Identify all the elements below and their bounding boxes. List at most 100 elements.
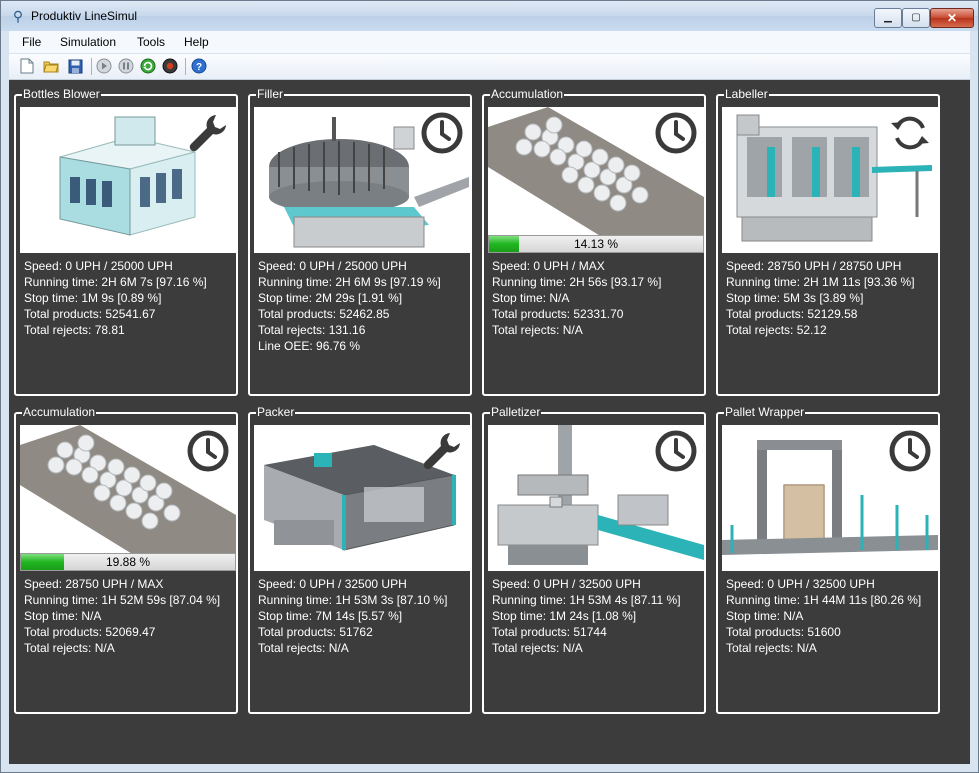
stat-total-rejects: Total rejects: N/A: [492, 641, 583, 655]
stat-speed: Speed: 0 UPH / 32500 UPH: [258, 577, 407, 591]
stat-total-rejects: Total rejects: N/A: [726, 641, 817, 655]
stat-speed: Speed: 0 UPH / 32500 UPH: [492, 577, 641, 591]
stat-running-time: Running time: 2H 1M 11s [93.36 %]: [726, 275, 915, 289]
stat-line-oee: Line OEE: 96.76 %: [258, 339, 361, 353]
machine-card-accumulation-2[interactable]: Accumulation 19.88 % Speed: 28750 UPH / …: [14, 405, 238, 714]
stat-total-rejects: Total rejects: N/A: [24, 641, 115, 655]
pause-icon[interactable]: [118, 58, 134, 74]
stat-running-time: Running time: 1H 53M 3s [87.10 %]: [258, 593, 448, 607]
stat-stop-time: Stop time: N/A: [492, 291, 570, 305]
stat-running-time: Running time: 1H 52M 59s [87.04 %]: [24, 593, 221, 607]
stat-speed: Speed: 28750 UPH / 28750 UPH: [726, 259, 902, 273]
buffer-progress-bar: 14.13 %: [488, 235, 704, 253]
machine-card-accumulation-1[interactable]: Accumulation 14.13 % Speed: 0 UPH / MAX …: [482, 87, 706, 396]
stat-total-products: Total products: 51744: [492, 625, 607, 639]
stat-stop-time: Stop time: 7M 14s [5.57 %]: [258, 609, 403, 623]
machine-title: Filler: [256, 87, 284, 101]
new-file-icon[interactable]: [19, 58, 35, 74]
stat-total-products: Total products: 52069.47: [24, 625, 156, 639]
stat-total-rejects: Total rejects: 52.12: [726, 323, 827, 337]
stat-speed: Speed: 0 UPH / 25000 UPH: [258, 259, 407, 273]
machine-card-labeller[interactable]: Labeller Speed: 28750 UPH / 28750 UPH Ru…: [716, 87, 940, 396]
machine-card-packer[interactable]: Packer Speed: 0 UPH / 32500 UPH Running …: [248, 405, 472, 714]
title-bar[interactable]: ⚲ Produktiv LineSimul ▁ ▢ ✕: [1, 1, 978, 31]
machine-title: Packer: [256, 405, 296, 419]
stop-icon[interactable]: [162, 58, 178, 74]
stat-speed: Speed: 0 UPH / MAX: [492, 259, 605, 273]
maximize-button[interactable]: ▢: [902, 8, 930, 28]
stat-total-rejects: Total rejects: N/A: [492, 323, 583, 337]
clock-icon: [655, 112, 697, 154]
stat-stop-time: Stop time: 1M 9s [0.89 %]: [24, 291, 162, 305]
machine-stats: Speed: 0 UPH / 32500 UPH Running time: 1…: [258, 576, 447, 656]
stat-speed: Speed: 28750 UPH / MAX: [24, 577, 164, 591]
machine-card-palletizer[interactable]: Palletizer Speed: 0 UPH / 32500 UPH Runn…: [482, 405, 706, 714]
menu-help[interactable]: Help: [184, 35, 209, 49]
machine-image: [722, 425, 938, 571]
svg-text:?: ?: [196, 62, 202, 73]
machine-image: 14.13 %: [488, 107, 704, 253]
toolbar-separator: [91, 58, 92, 75]
stat-total-rejects: Total rejects: N/A: [258, 641, 349, 655]
progress-label: 19.88 %: [105, 555, 151, 569]
stat-total-products: Total products: 51600: [726, 625, 841, 639]
play-icon[interactable]: [96, 58, 112, 74]
machine-title: Pallet Wrapper: [724, 405, 806, 419]
machine-card-filler[interactable]: Filler Speed: 0 UPH / 25000 UPH Running …: [248, 87, 472, 396]
menu-tools[interactable]: Tools: [137, 35, 165, 49]
buffer-progress-bar: 19.88 %: [20, 553, 236, 571]
machine-title: Labeller: [724, 87, 769, 101]
stat-running-time: Running time: 2H 56s [93.17 %]: [492, 275, 662, 289]
minimize-button[interactable]: ▁: [874, 8, 902, 28]
stat-stop-time: Stop time: N/A: [24, 609, 102, 623]
clock-icon: [187, 430, 229, 472]
machine-card-bottles-blower[interactable]: Bottles Blower Speed: 0 UPH / 25000 UPH …: [14, 87, 238, 396]
clock-icon: [421, 112, 463, 154]
machine-grid: Bottles Blower Speed: 0 UPH / 25000 UPH …: [9, 80, 970, 764]
stat-stop-time: Stop time: 1M 24s [1.08 %]: [492, 609, 637, 623]
machine-image: [20, 107, 236, 253]
machine-image: 19.88 %: [20, 425, 236, 571]
machine-title: Palletizer: [490, 405, 542, 419]
machine-image: [254, 425, 470, 571]
stat-speed: Speed: 0 UPH / 32500 UPH: [726, 577, 875, 591]
stat-speed: Speed: 0 UPH / 25000 UPH: [24, 259, 173, 273]
wrench-icon: [423, 433, 460, 470]
help-icon[interactable]: ?: [191, 58, 207, 74]
app-icon: ⚲: [12, 8, 24, 24]
stat-total-products: Total products: 52129.58: [726, 307, 858, 321]
refresh-icon[interactable]: [140, 58, 156, 74]
menu-file[interactable]: File: [22, 35, 41, 49]
machine-stats: Speed: 0 UPH / 32500 UPH Running time: 1…: [492, 576, 681, 656]
menu-simulation[interactable]: Simulation: [60, 35, 116, 49]
machine-stats: Speed: 28750 UPH / MAX Running time: 1H …: [24, 576, 220, 656]
stat-running-time: Running time: 2H 6M 9s [97.19 %]: [258, 275, 441, 289]
open-folder-icon[interactable]: [43, 58, 59, 74]
machine-title: Accumulation: [490, 87, 565, 101]
menu-bar: File Simulation Tools Help: [9, 31, 970, 53]
machine-stats: Speed: 0 UPH / 25000 UPH Running time: 2…: [258, 258, 441, 354]
close-button[interactable]: ✕: [930, 8, 974, 28]
clock-icon: [655, 430, 697, 472]
stat-running-time: Running time: 1H 53M 4s [87.11 %]: [492, 593, 681, 607]
save-icon[interactable]: [67, 58, 83, 74]
stat-total-products: Total products: 52331.70: [492, 307, 624, 321]
stat-stop-time: Stop time: 5M 3s [3.89 %]: [726, 291, 864, 305]
machine-image: [488, 425, 704, 571]
machine-stats: Speed: 0 UPH / MAX Running time: 2H 56s …: [492, 258, 661, 338]
machine-image: [254, 107, 470, 253]
progress-label: 14.13 %: [573, 237, 619, 251]
wrench-icon: [189, 115, 226, 152]
machine-title: Accumulation: [22, 405, 97, 419]
machine-stats: Speed: 0 UPH / 32500 UPH Running time: 1…: [726, 576, 921, 656]
stat-total-rejects: Total rejects: 131.16: [258, 323, 366, 337]
stat-running-time: Running time: 1H 44M 11s [80.26 %]: [726, 593, 922, 607]
machine-stats: Speed: 0 UPH / 25000 UPH Running time: 2…: [24, 258, 207, 338]
stat-total-products: Total products: 52541.67: [24, 307, 156, 321]
stat-stop-time: Stop time: N/A: [726, 609, 804, 623]
stat-running-time: Running time: 2H 6M 7s [97.16 %]: [24, 275, 207, 289]
stat-total-products: Total products: 51762: [258, 625, 373, 639]
stat-total-rejects: Total rejects: 78.81: [24, 323, 125, 337]
stat-total-products: Total products: 52462.85: [258, 307, 390, 321]
machine-card-pallet-wrapper[interactable]: Pallet Wrapper Speed: 0 UPH / 32500 UPH …: [716, 405, 940, 714]
